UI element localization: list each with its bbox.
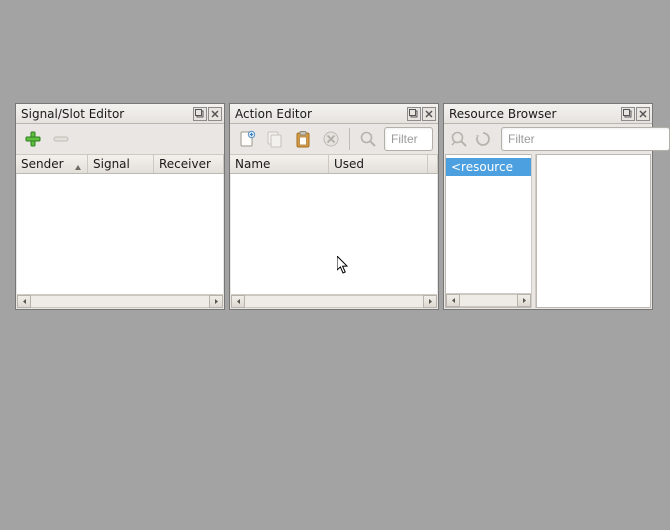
resource-tree[interactable]: <resource — [445, 154, 531, 308]
scroll-right-icon[interactable] — [423, 295, 437, 308]
signal-slot-editor-panel: Signal/Slot Editor Sender S — [15, 103, 225, 310]
panel-title: Action Editor — [235, 107, 406, 121]
table-header: Name Used — [230, 154, 438, 174]
panel-title: Resource Browser — [449, 107, 620, 121]
close-icon[interactable] — [422, 107, 436, 121]
column-name[interactable]: Name — [230, 155, 329, 173]
scroll-left-icon[interactable] — [231, 295, 245, 308]
toolbar — [230, 124, 438, 154]
sort-asc-icon — [74, 161, 82, 175]
scroll-left-icon[interactable] — [446, 294, 460, 307]
resource-browser-panel: Resource Browser <resource — [443, 103, 653, 310]
toolbar — [444, 124, 652, 154]
add-icon[interactable] — [21, 127, 45, 151]
float-icon[interactable] — [621, 107, 635, 121]
float-icon[interactable] — [407, 107, 421, 121]
column-receiver[interactable]: Receiver — [154, 155, 224, 173]
remove-icon[interactable] — [49, 127, 73, 151]
titlebar[interactable]: Signal/Slot Editor — [16, 104, 224, 124]
reload-icon[interactable] — [473, 127, 493, 151]
float-icon[interactable] — [193, 107, 207, 121]
toolbar — [16, 124, 224, 154]
column-signal[interactable]: Signal — [88, 155, 154, 173]
filter-input[interactable] — [501, 127, 670, 151]
delete-icon[interactable] — [319, 127, 343, 151]
mouse-cursor-icon — [337, 256, 351, 279]
titlebar[interactable]: Action Editor — [230, 104, 438, 124]
new-action-icon[interactable] — [235, 127, 259, 151]
table-body[interactable] — [231, 174, 437, 294]
close-icon[interactable] — [208, 107, 222, 121]
titlebar[interactable]: Resource Browser — [444, 104, 652, 124]
column-used[interactable]: Used — [329, 155, 428, 173]
filter-input[interactable] — [384, 127, 433, 151]
column-sender[interactable]: Sender — [16, 155, 88, 173]
resource-root-item[interactable]: <resource — [446, 158, 531, 176]
horizontal-scrollbar[interactable] — [17, 294, 223, 308]
edit-resources-icon[interactable] — [449, 127, 469, 151]
close-icon[interactable] — [636, 107, 650, 121]
action-editor-panel: Action Editor — [229, 103, 439, 310]
scroll-right-icon[interactable] — [517, 294, 531, 307]
scroll-track[interactable] — [245, 295, 423, 308]
resource-preview[interactable] — [536, 154, 651, 308]
column-resizer[interactable] — [428, 155, 438, 173]
zoom-icon[interactable] — [356, 127, 380, 151]
scroll-left-icon[interactable] — [17, 295, 31, 308]
table-header: Sender Signal Receiver — [16, 154, 224, 174]
scroll-track[interactable] — [31, 295, 209, 308]
horizontal-scrollbar[interactable] — [231, 294, 437, 308]
toolbar-separator — [349, 128, 350, 150]
scroll-track[interactable] — [460, 294, 517, 307]
scroll-right-icon[interactable] — [209, 295, 223, 308]
copy-icon[interactable] — [263, 127, 287, 151]
horizontal-scrollbar[interactable] — [446, 293, 531, 307]
table-body[interactable] — [17, 174, 223, 294]
panel-title: Signal/Slot Editor — [21, 107, 192, 121]
paste-icon[interactable] — [291, 127, 315, 151]
